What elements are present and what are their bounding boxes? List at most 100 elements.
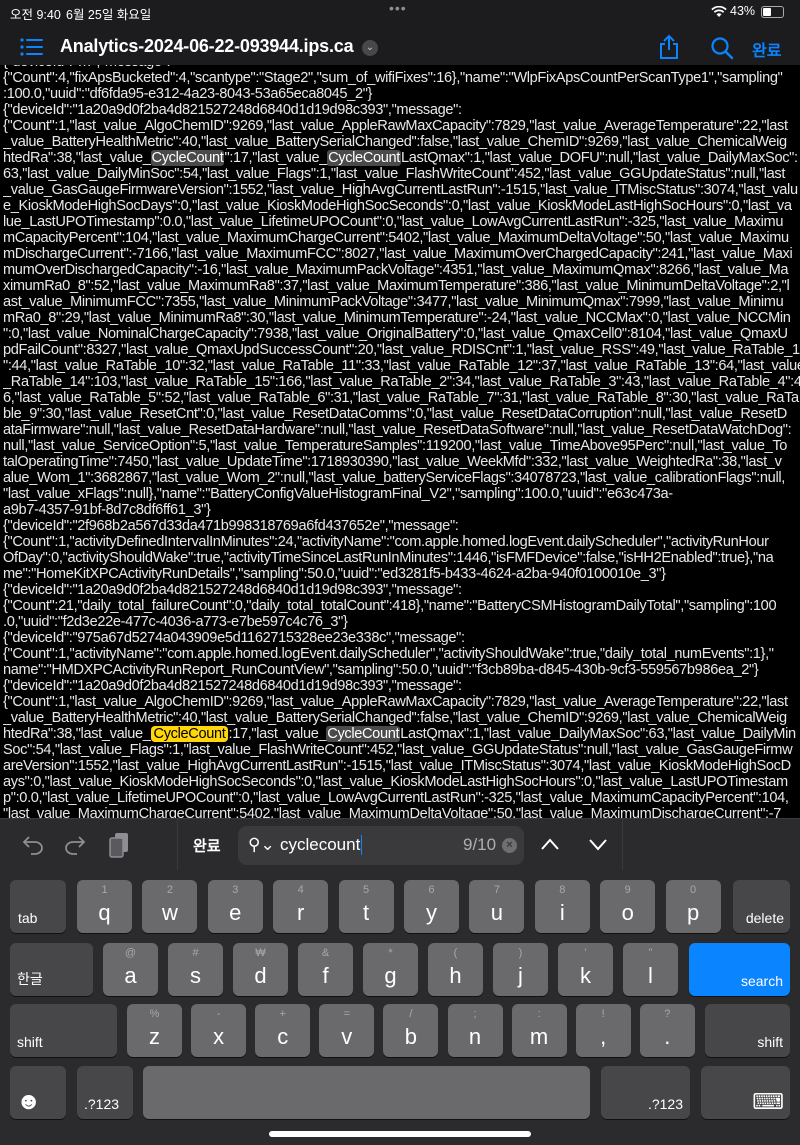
- key-label: b: [404, 1024, 418, 1049]
- key-d[interactable]: ₩ d: [233, 943, 288, 996]
- log-line: mDischargeCurrent":-7166,"last_value_Max…: [3, 246, 800, 262]
- key-.[interactable]: ?.: [639, 1004, 695, 1057]
- log-text: {"Count":21,"daily_total_failureCount":0…: [3, 598, 777, 614]
- key-b[interactable]: / b: [383, 1004, 439, 1057]
- key-g[interactable]: * g: [363, 943, 418, 996]
- log-text: ataFirmware":null,"last_value_ResetDataH…: [3, 422, 792, 438]
- space-key[interactable]: [143, 1066, 590, 1119]
- log-line: _RaTable_14":103,"last_value_RaTable_15"…: [3, 374, 800, 390]
- search-key[interactable]: search: [689, 943, 790, 996]
- share-icon[interactable]: [659, 34, 679, 60]
- key-label: ?: [664, 1008, 671, 1020]
- match-count: 9/10: [463, 835, 497, 854]
- key-a[interactable]: @ a: [103, 943, 158, 996]
- wifi-icon: [711, 6, 727, 17]
- find-query-input[interactable]: cyclecount: [280, 835, 363, 855]
- key-n[interactable]: ; n: [447, 1004, 503, 1057]
- key-label: q: [98, 900, 111, 925]
- log-text: p":0.0,"last_value_LifetimeUPOCount":0,"…: [3, 790, 789, 806]
- numbers-right-key[interactable]: .?123: [601, 1066, 690, 1119]
- log-line: htedRa":38,"last_value_ CycleCount:17,"la…: [3, 726, 800, 742]
- home-indicator[interactable]: [269, 1131, 531, 1137]
- paste-icon[interactable]: [108, 831, 130, 859]
- list-icon[interactable]: [20, 38, 43, 56]
- search-icon[interactable]: [710, 36, 734, 60]
- key-label: :: [537, 1008, 541, 1020]
- key-w[interactable]: 2w: [142, 880, 198, 933]
- undo-icon[interactable]: [22, 835, 44, 855]
- log-text: me":"HomeKitXPCActivityRunDetails","samp…: [3, 566, 666, 582]
- divider: [177, 819, 178, 871]
- key-label: .?123: [84, 1096, 120, 1112]
- log-line: a9b7-4357-91bf-8d7c8df6ff61_3"}: [3, 502, 800, 518]
- log-line: {"Count":21,"daily_total_failureCount":0…: [3, 598, 800, 614]
- log-text-view[interactable]: {"deviceId":"…","message":{"Count":4,"fi…: [3, 63, 800, 818]
- emoji-key[interactable]: ☻: [10, 1066, 66, 1119]
- log-line: {"deviceId":"1a20a9d0f2ba4d821527248d684…: [3, 102, 800, 118]
- log-text: 6,"last_value_RaTable_5":52,"last_value_…: [3, 390, 799, 406]
- key-h[interactable]: (h: [428, 943, 483, 996]
- done-button[interactable]: 완료: [752, 37, 781, 61]
- find-done-button[interactable]: 완료: [193, 835, 221, 856]
- log-text: pdFailCount":8327,"last_value_QmaxUpdSuc…: [3, 342, 800, 358]
- key-label: c: [277, 1024, 289, 1049]
- numbers-left-key[interactable]: .?123: [77, 1066, 133, 1119]
- key-,[interactable]: !,: [575, 1004, 631, 1057]
- log-line: me":"HomeKitXPCActivityRunDetails","samp…: [3, 566, 800, 582]
- log-line: ":0,"last_value_NominalChargeCapacity":7…: [3, 326, 800, 342]
- log-text: :17,"last_value_: [228, 726, 327, 742]
- key-r[interactable]: 4r: [273, 880, 329, 933]
- tab-key[interactable]: tab: [10, 880, 66, 933]
- key-y[interactable]: 6y: [404, 880, 459, 933]
- key-label: 1: [101, 884, 108, 896]
- key-k[interactable]: ' k: [558, 943, 613, 996]
- key-s[interactable]: # s: [168, 943, 223, 996]
- log-line: mumOverDischargedCapacity":-16,"last_val…: [3, 262, 800, 278]
- key-label: y: [426, 900, 437, 925]
- document-title[interactable]: Analytics-2024-06-22-093944.ips.ca: [60, 36, 354, 57]
- multitasking-dots-icon[interactable]: •••: [389, 0, 407, 16]
- key-label: @: [124, 947, 137, 959]
- key-i[interactable]: 8i: [534, 880, 590, 933]
- hangul-key[interactable]: 한글: [10, 943, 93, 996]
- current-search-match: CycleCount: [150, 726, 229, 742]
- key-c[interactable]: + c: [255, 1004, 311, 1057]
- key-o[interactable]: 9o: [600, 880, 656, 933]
- key-label: 5: [363, 884, 370, 896]
- keyboard-dismiss-icon: ⌨: [752, 1089, 784, 1114]
- shift-left-key[interactable]: shift: [10, 1004, 117, 1057]
- key-label: ): [518, 947, 523, 959]
- key-q[interactable]: 1q: [77, 880, 132, 933]
- shift-right-key[interactable]: shift: [705, 1004, 790, 1057]
- log-text: ays":0,"last_value_KioskModeHighSocSecon…: [3, 774, 788, 790]
- key-z[interactable]: % z: [127, 1004, 182, 1057]
- key-x[interactable]: -x: [191, 1004, 247, 1057]
- key-f[interactable]: & f: [298, 943, 353, 996]
- clear-icon[interactable]: ×: [502, 838, 517, 853]
- log-text: {"deviceId":"975a67d5274a043909e5d116271…: [3, 630, 465, 646]
- delete-key[interactable]: delete: [733, 880, 790, 933]
- key-label: x: [213, 1024, 225, 1049]
- log-line: ays":0,"last_value_KioskModeHighSocSecon…: [3, 774, 800, 790]
- search-options-icon[interactable]: ⚲⌄: [248, 835, 275, 855]
- hide-keyboard-key[interactable]: ⌨: [701, 1066, 790, 1119]
- key-e[interactable]: 3e: [207, 880, 263, 933]
- key-p[interactable]: 0p: [665, 880, 721, 933]
- key-j[interactable]: ) j: [493, 943, 548, 996]
- previous-match-chevron-up-icon[interactable]: [541, 838, 559, 850]
- key-v[interactable]: = v: [319, 1004, 375, 1057]
- redo-icon[interactable]: [64, 835, 86, 855]
- key-m[interactable]: :m: [511, 1004, 567, 1057]
- log-text: .0,"uuid":"f2d3e22e-477c-4036-a773-e7be5…: [3, 614, 348, 630]
- title-chevron-down-icon[interactable]: ⌄: [362, 40, 378, 56]
- key-u[interactable]: 7u: [469, 880, 525, 933]
- log-line: OfDay":0,"activityShouldWake":true,"acti…: [3, 550, 800, 566]
- log-text: _value_BatteryHealthMetric":40,"last_val…: [3, 710, 787, 726]
- log-text: OfDay":0,"activityShouldWake":true,"acti…: [3, 550, 774, 566]
- key-label: 3: [232, 884, 239, 896]
- next-match-chevron-down-icon[interactable]: [589, 839, 607, 851]
- key-label: d: [254, 963, 267, 988]
- key-t[interactable]: 5t: [338, 880, 394, 933]
- find-search-field[interactable]: ⚲⌄ cyclecount 9/10 ×: [238, 826, 524, 865]
- key-l[interactable]: " l: [623, 943, 678, 996]
